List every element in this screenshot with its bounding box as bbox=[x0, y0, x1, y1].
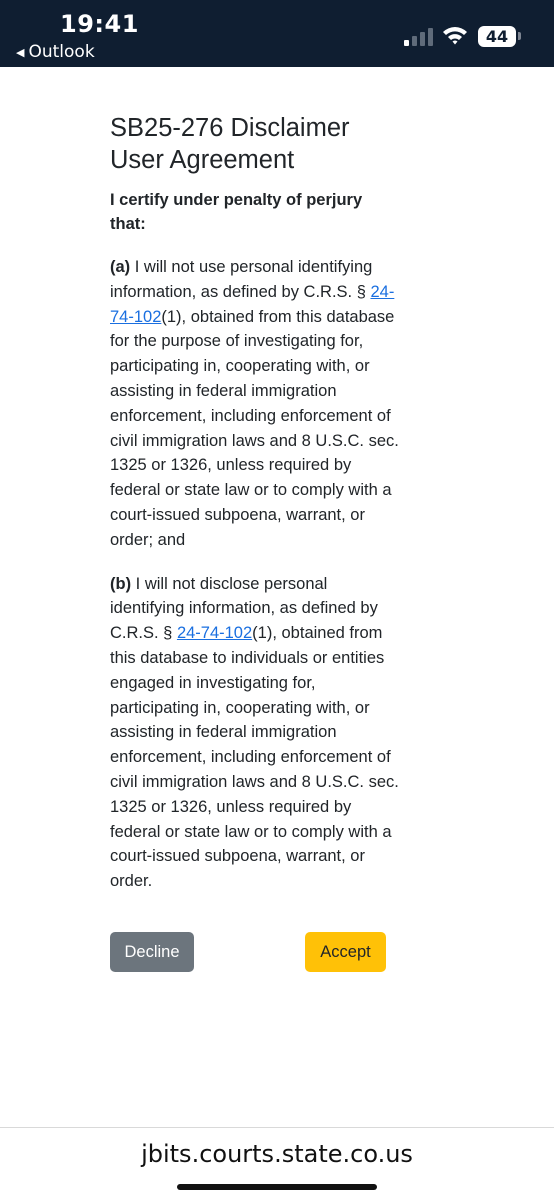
cellular-signal-icon bbox=[404, 28, 433, 46]
certification-statement: I certify under penalty of perjury that: bbox=[110, 191, 363, 233]
accept-button[interactable]: Accept bbox=[305, 932, 386, 972]
clause-a-text-start: I will not use personal identifying info… bbox=[110, 258, 373, 301]
browser-url-bar[interactable]: jbits.courts.state.co.us bbox=[0, 1127, 554, 1200]
agreement-content: SB25-276 Disclaimer User Agreement I cer… bbox=[110, 112, 400, 894]
clause-a-text-end: (1), obtained from this database for the… bbox=[110, 307, 399, 549]
clause-b-marker: (b) bbox=[110, 574, 132, 593]
back-arrow-icon: ◀ bbox=[16, 45, 25, 59]
action-buttons: Decline Accept bbox=[110, 932, 386, 972]
clause-b-text-end: (1), obtained from this database to indi… bbox=[110, 624, 399, 891]
clause-a: (a) I will not use personal identifying … bbox=[110, 255, 400, 553]
back-app-label: Outlook bbox=[28, 42, 95, 62]
wifi-icon bbox=[443, 27, 467, 45]
status-bar: 19:41 ◀ Outlook 44 bbox=[0, 0, 554, 67]
clock: 19:41 bbox=[60, 10, 139, 38]
back-to-app-button[interactable]: ◀ Outlook bbox=[16, 42, 95, 62]
page-title: SB25-276 Disclaimer User Agreement bbox=[110, 114, 350, 174]
url-text[interactable]: jbits.courts.state.co.us bbox=[0, 1140, 554, 1168]
clause-a-marker: (a) bbox=[110, 258, 131, 276]
clause-b: (b) I will not disclose personal identif… bbox=[110, 572, 400, 894]
home-indicator[interactable] bbox=[177, 1184, 377, 1190]
decline-button[interactable]: Decline bbox=[110, 932, 194, 972]
statute-link-b[interactable]: 24-74-102 bbox=[177, 624, 252, 642]
battery-icon: 44 bbox=[478, 26, 521, 47]
